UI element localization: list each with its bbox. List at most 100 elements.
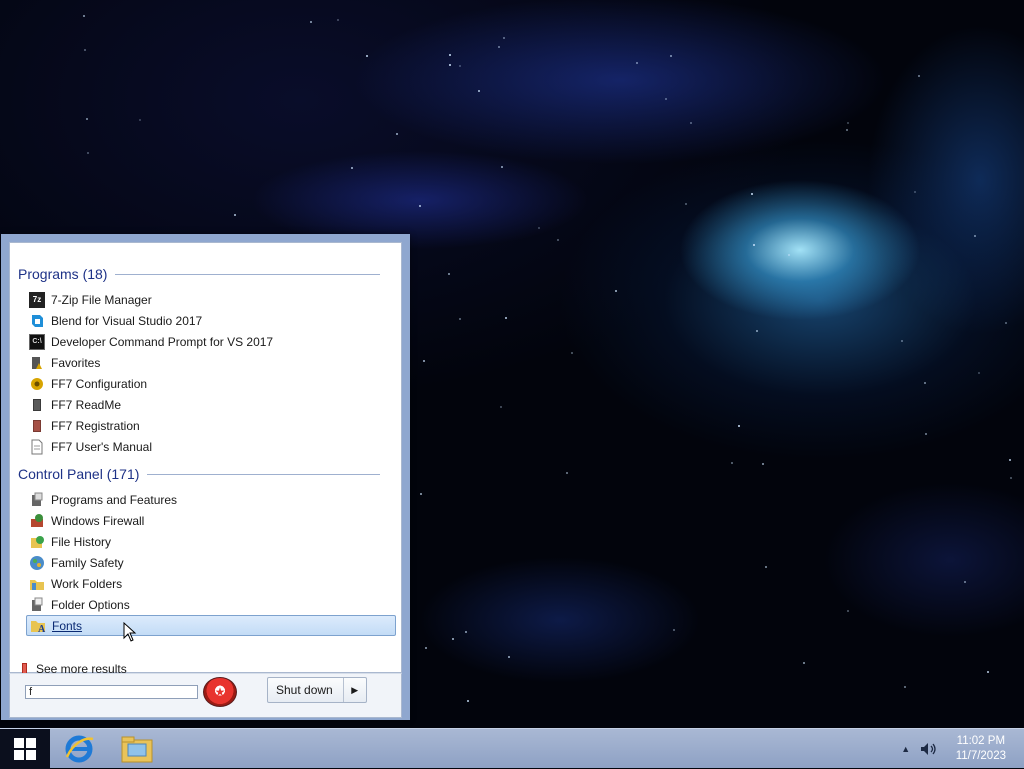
star-decoration: [685, 203, 687, 205]
star-decoration: [924, 382, 926, 384]
star-decoration: [84, 49, 86, 51]
star-decoration: [731, 462, 733, 464]
result-item-dev-cmd[interactable]: C:\ Developer Command Prompt for VS 2017: [26, 331, 396, 352]
star-decoration: [1010, 477, 1012, 479]
start-menu: Programs (18) 7z 7-Zip File Manager Blen…: [1, 234, 410, 720]
star-decoration: [419, 205, 421, 207]
star-decoration: [501, 166, 503, 168]
star-decoration: [538, 227, 540, 229]
result-item-label: Developer Command Prompt for VS 2017: [51, 334, 274, 349]
star-decoration: [964, 581, 966, 583]
result-item-7zip[interactable]: 7z 7-Zip File Manager: [26, 289, 396, 310]
star-decoration: [753, 244, 755, 246]
star-decoration: [571, 352, 573, 354]
shutdown-button-group: Shut down ▶: [267, 677, 367, 703]
document-icon: [29, 439, 45, 455]
star-decoration: [234, 214, 236, 216]
star-decoration: [847, 610, 849, 612]
star-decoration: [847, 122, 849, 124]
star-decoration: [665, 98, 667, 100]
star-decoration: [449, 64, 451, 66]
internet-explorer-icon[interactable]: [57, 732, 101, 766]
star-decoration: [505, 317, 507, 319]
star-decoration: [974, 235, 976, 237]
result-item-label: FF7 Registration: [51, 418, 140, 433]
section-divider: [115, 273, 380, 275]
star-decoration: [366, 55, 368, 57]
clock-time: 11:02 PM: [956, 735, 1006, 747]
family-safety-icon: [29, 555, 45, 571]
star-decoration: [459, 65, 461, 67]
star-decoration: [925, 433, 927, 435]
star-decoration: [918, 75, 920, 77]
star-decoration: [615, 290, 617, 292]
star-decoration: [396, 133, 398, 135]
star-decoration: [351, 167, 353, 169]
star-decoration: [83, 15, 85, 17]
volume-icon[interactable]: [920, 742, 938, 756]
star-decoration: [503, 37, 505, 39]
show-hidden-icons-icon[interactable]: ▲: [898, 744, 914, 754]
ff7-readme-icon: [29, 397, 45, 413]
star-decoration: [448, 273, 450, 275]
result-item-windows-firewall[interactable]: Windows Firewall: [26, 510, 396, 531]
star-decoration: [788, 254, 790, 256]
result-item-blend[interactable]: Blend for Visual Studio 2017: [26, 310, 396, 331]
star-decoration: [1009, 459, 1011, 461]
star-decoration: [337, 19, 339, 21]
result-item-ff7-readme[interactable]: FF7 ReadMe: [26, 394, 396, 415]
shutdown-button[interactable]: Shut down: [268, 678, 344, 702]
result-item-work-folders[interactable]: Work Folders: [26, 573, 396, 594]
search-button[interactable]: ★: [203, 677, 237, 707]
result-item-favorites[interactable]: Favorites: [26, 352, 396, 373]
result-item-label: Blend for Visual Studio 2017: [51, 313, 203, 328]
star-decoration: [738, 425, 740, 427]
star-decoration: [87, 152, 89, 154]
star-decoration: [673, 629, 675, 631]
programs-header-label: Programs (18): [18, 266, 108, 282]
result-item-label: Work Folders: [51, 576, 123, 591]
star-decoration: [1005, 322, 1007, 324]
star-decoration: [914, 191, 916, 193]
result-item-programs-and-features[interactable]: Programs and Features: [26, 489, 396, 510]
shutdown-options-arrow-icon[interactable]: ▶: [344, 678, 366, 702]
file-explorer-icon[interactable]: [115, 732, 159, 766]
star-decoration: [425, 647, 427, 649]
star-decoration: [459, 318, 461, 320]
result-item-ff7-users-manual[interactable]: FF7 User's Manual: [26, 436, 396, 457]
result-item-file-history[interactable]: File History: [26, 531, 396, 552]
star-decoration: [557, 239, 559, 241]
result-item-label: Windows Firewall: [51, 513, 145, 528]
result-item-label: File History: [51, 534, 112, 549]
star-decoration: [901, 340, 903, 342]
result-item-label: 7-Zip File Manager: [51, 292, 152, 307]
result-item-folder-options[interactable]: Folder Options: [26, 594, 396, 615]
star-decoration: [566, 472, 568, 474]
mouse-cursor-icon: [123, 622, 137, 642]
star-decoration: [498, 46, 500, 48]
star-decoration: [86, 118, 88, 120]
star-decoration: [420, 493, 422, 495]
folder-options-icon: [29, 597, 45, 613]
start-button[interactable]: [0, 729, 50, 769]
clock[interactable]: 11:02 PM 11/7/2023: [956, 734, 1006, 764]
result-item-label: Favorites: [51, 355, 101, 370]
fonts-icon: A: [30, 618, 46, 634]
star-decoration: [978, 372, 980, 374]
star-decoration: [508, 656, 510, 658]
search-input[interactable]: f: [25, 685, 198, 699]
result-item-family-safety[interactable]: Family Safety: [26, 552, 396, 573]
work-folders-icon: [29, 576, 45, 592]
star-decoration: [803, 662, 805, 664]
star-decoration: [423, 360, 425, 362]
result-item-label: Fonts: [52, 618, 83, 633]
taskbar: ▲ 11:02 PM 11/7/2023: [0, 728, 1024, 769]
result-item-ff7-registration[interactable]: FF7 Registration: [26, 415, 396, 436]
star-decoration: [478, 90, 480, 92]
result-item-fonts[interactable]: A Fonts: [26, 615, 396, 636]
control-panel-section-header: Control Panel (171): [18, 464, 380, 484]
search-results-pane: Programs (18) 7z 7-Zip File Manager Blen…: [9, 242, 402, 676]
programs-section-header: Programs (18): [18, 264, 380, 284]
svg-text:A: A: [38, 624, 46, 634]
result-item-ff7-configuration[interactable]: FF7 Configuration: [26, 373, 396, 394]
